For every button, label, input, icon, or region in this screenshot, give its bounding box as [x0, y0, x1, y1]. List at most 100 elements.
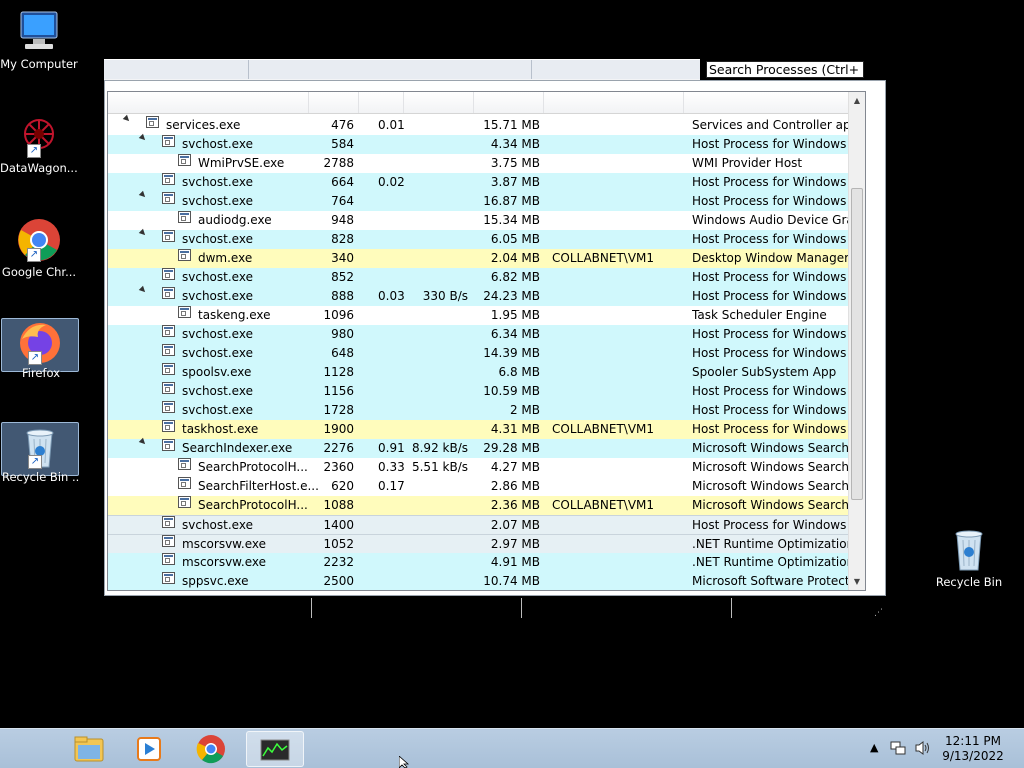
process-description: Host Process for Windows Ser...: [692, 289, 862, 303]
column-header[interactable]: [544, 92, 684, 113]
process-row[interactable]: svchost.exe 584 4.34 MB Host Process for Wi…: [108, 133, 865, 154]
expand-toggle-icon[interactable]: [138, 437, 148, 447]
process-memory: 24.23 MB: [483, 289, 540, 303]
toolbar-segment: [532, 60, 700, 79]
process-memory: 2.86 MB: [490, 479, 540, 493]
process-pid: 664: [331, 175, 354, 189]
scroll-up-arrow-icon[interactable]: ▲: [849, 92, 865, 109]
process-memory: 10.59 MB: [483, 384, 540, 398]
firefox-icon: ↗: [16, 319, 64, 367]
taskbar-item-process-explorer[interactable]: [246, 731, 304, 767]
process-memory: 6.82 MB: [490, 270, 540, 284]
desktop-icon-google-chrome[interactable]: ↗ Google Chr...: [0, 216, 78, 279]
system-clock[interactable]: 12:11 PM 9/13/2022: [934, 734, 1012, 764]
vertical-scrollbar[interactable]: ▲ ▼: [848, 92, 865, 590]
process-row[interactable]: spoolsv.exe 1128 6.8 MB Spooler SubSystem A…: [108, 363, 865, 382]
process-cpu: 0.17: [378, 479, 405, 493]
desktop-icon-label: Google Chr...: [1, 266, 77, 279]
desktop-icon-datawagon[interactable]: ↗ DataWagon....: [0, 112, 78, 175]
process-row[interactable]: mscorsvw.exe 1052 2.97 MB .NET Runtime Opti…: [108, 534, 865, 553]
column-header[interactable]: [359, 92, 404, 113]
process-row[interactable]: svchost.exe 648 14.39 MB Host Process for W…: [108, 344, 865, 363]
process-icon: [178, 496, 191, 508]
column-header[interactable]: [404, 92, 474, 113]
scroll-down-arrow-icon[interactable]: ▼: [849, 573, 865, 590]
taskbar-item-chrome[interactable]: [182, 731, 240, 767]
toolbar-segment: [249, 60, 532, 79]
column-header[interactable]: [309, 92, 359, 113]
process-row[interactable]: taskhost.exe 1900 4.31 MB COLLABNET\VM1 Host…: [108, 420, 865, 439]
expand-toggle-icon[interactable]: [138, 133, 148, 143]
process-row[interactable]: svchost.exe 852 6.82 MB Host Process for Wi…: [108, 268, 865, 287]
process-row[interactable]: SearchIndexer.exe 2276 0.91 8.92 kB/s 29.28 …: [108, 437, 865, 458]
process-memory: 6.05 MB: [490, 232, 540, 246]
process-description: Host Process for Windows Ser...: [692, 194, 862, 208]
volume-icon[interactable]: [914, 740, 932, 768]
process-user: COLLABNET\VM1: [552, 498, 655, 512]
process-tree-list[interactable]: services.exe 476 0.01 15.71 MB Services and …: [107, 91, 866, 591]
process-row[interactable]: SearchFilterHost.e... 620 0.17 2.86 MB Micro…: [108, 477, 865, 496]
process-description: Host Process for Windows Ser...: [692, 346, 862, 360]
process-row[interactable]: services.exe 476 0.01 15.71 MB Services and …: [108, 114, 865, 135]
process-row[interactable]: svchost.exe 888 0.03 330 B/s 24.23 MB Host Pr…: [108, 285, 865, 306]
process-icon: [178, 154, 191, 166]
process-row[interactable]: svchost.exe 664 0.02 3.87 MB Host Process fo…: [108, 173, 865, 192]
resize-grip-icon[interactable]: ⋰: [874, 608, 883, 618]
expand-toggle-icon[interactable]: [138, 190, 148, 200]
start-button[interactable]: [0, 729, 56, 768]
process-icon: [162, 535, 175, 547]
process-description: Host Process for Windows Ser...: [692, 137, 862, 151]
process-pid: 888: [331, 289, 354, 303]
process-row[interactable]: svchost.exe 1400 2.07 MB Host Process for W…: [108, 515, 865, 534]
column-header[interactable]: [684, 92, 849, 113]
list-header[interactable]: [108, 92, 865, 114]
process-row[interactable]: svchost.exe 1156 10.59 MB Host Process for …: [108, 382, 865, 401]
process-description: Host Process for Windows Ser...: [692, 232, 862, 246]
process-pid: 1052: [323, 537, 354, 551]
process-pid: 828: [331, 232, 354, 246]
process-row[interactable]: svchost.exe 980 6.34 MB Host Process for Wi…: [108, 325, 865, 344]
process-icon: [162, 325, 175, 337]
expand-toggle-icon[interactable]: [122, 114, 132, 124]
expand-toggle-icon[interactable]: [138, 285, 148, 295]
desktop-icon-recycle-bin[interactable]: Recycle Bin: [930, 526, 1008, 589]
scroll-thumb[interactable]: [851, 188, 863, 500]
media-player-icon: [137, 737, 161, 761]
network-icon[interactable]: [890, 740, 906, 768]
desktop-icon-firefox[interactable]: ↗ Firefox: [1, 318, 79, 380]
show-hidden-icons-icon[interactable]: ▲: [870, 741, 878, 768]
taskbar-item-file-explorer[interactable]: [60, 731, 118, 767]
process-row[interactable]: dwm.exe 340 2.04 MB COLLABNET\VM1 Desktop Wi…: [108, 249, 865, 268]
process-description: WMI Provider Host: [692, 156, 803, 170]
process-memory: 10.74 MB: [483, 574, 540, 588]
desktop-icon-label: Recycle Bin ...: [2, 471, 80, 484]
expand-toggle-icon[interactable]: [138, 228, 148, 238]
process-pid: 2360: [323, 460, 354, 474]
process-description: Host Process for Windows Ser...: [692, 384, 862, 398]
process-icon: [162, 516, 175, 528]
process-memory: 6.34 MB: [490, 327, 540, 341]
desktop-icon-my-computer[interactable]: My Computer: [0, 8, 78, 71]
process-row[interactable]: SearchProtocolH... 2360 0.33 5.51 kB/s 4.27 …: [108, 458, 865, 477]
process-row[interactable]: WmiPrvSE.exe 2788 3.75 MB WMI Provider Host: [108, 154, 865, 173]
process-memory: 3.75 MB: [490, 156, 540, 170]
process-description: Host Process for Windows Ser...: [692, 175, 862, 189]
search-processes-input[interactable]: Search Processes (Ctrl+: [706, 61, 864, 78]
process-row[interactable]: svchost.exe 828 6.05 MB Host Process for Wi…: [108, 228, 865, 249]
process-row[interactable]: taskeng.exe 1096 1.95 MB Task Scheduler Eng…: [108, 306, 865, 325]
column-header[interactable]: [108, 92, 309, 113]
process-row[interactable]: svchost.exe 764 16.87 MB Host Process for W…: [108, 190, 865, 211]
process-row[interactable]: SearchProtocolH... 1088 2.36 MB COLLABNET\V…: [108, 496, 865, 515]
process-icon: [162, 553, 175, 565]
process-row[interactable]: sppsvc.exe 2500 10.74 MB Microsoft Software…: [108, 572, 865, 590]
process-row[interactable]: audiodg.exe 948 15.34 MB Windows Audio Devi…: [108, 211, 865, 230]
process-row[interactable]: mscorsvw.exe 2232 4.91 MB .NET Runtime Opti…: [108, 553, 865, 572]
taskbar: ▲ 12:11 PM 9/13/2022: [0, 728, 1024, 768]
column-header[interactable]: [474, 92, 544, 113]
taskbar-item-media-player[interactable]: [120, 731, 178, 767]
process-pid: 1400: [323, 518, 354, 532]
process-description: Microsoft Windows Search Pr...: [692, 498, 862, 512]
status-divider: [521, 598, 522, 618]
desktop-icon-recycle-bin-shortcut[interactable]: ↗ Recycle Bin ...: [1, 422, 80, 484]
process-row[interactable]: svchost.exe 1728 2 MB Host Process for Wind…: [108, 401, 865, 420]
